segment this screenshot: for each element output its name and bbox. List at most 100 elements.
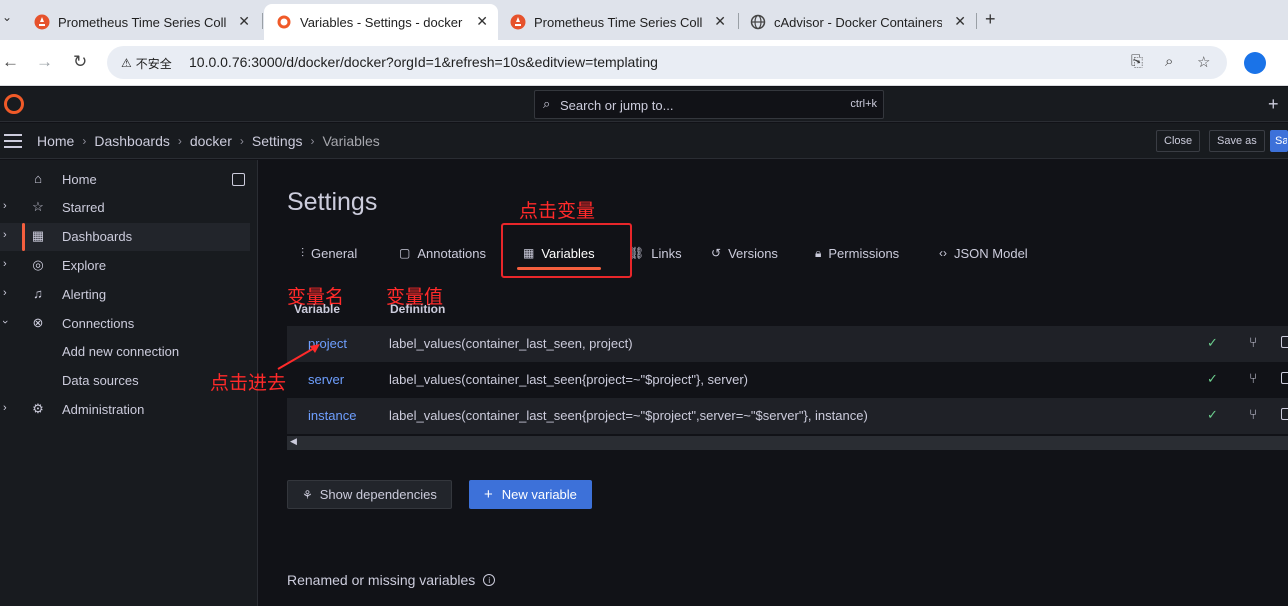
- tab-title: Prometheus Time Series Collec: [58, 14, 226, 30]
- breadcrumb-settings[interactable]: Settings: [252, 133, 303, 149]
- tab-permissions[interactable]: 🔒︎ Permissions: [815, 236, 899, 270]
- search-shortcut: ctrl+k: [850, 98, 877, 110]
- duplicate-icon[interactable]: [1281, 372, 1288, 384]
- hamburger-menu-icon[interactable]: [4, 134, 22, 148]
- translate-icon[interactable]: ⎘: [1131, 53, 1143, 70]
- close-button[interactable]: Close: [1156, 130, 1201, 152]
- sidebar-item-label: Connections: [62, 316, 135, 331]
- tab-divider: [976, 13, 977, 29]
- dashboards-icon: ▦: [31, 228, 45, 243]
- tab-versions[interactable]: ↺ Versions: [711, 236, 778, 270]
- forward-arrow-icon[interactable]: →: [36, 52, 53, 72]
- sidebar-item-label: Alerting: [62, 287, 107, 302]
- url-text[interactable]: 10.0.0.76:3000/d/docker/docker?orgId=1&r…: [189, 54, 658, 70]
- active-indicator: [22, 223, 25, 251]
- tab-annotations[interactable]: ▢ Annotations: [399, 236, 486, 270]
- close-icon[interactable]: ✕: [714, 13, 726, 30]
- browser-tab-3[interactable]: Prometheus Time Series Collec ✕: [498, 4, 736, 40]
- sidebar-item-administration[interactable]: › ⚙ Administration: [0, 396, 250, 424]
- table-row[interactable]: project label_values(container_last_seen…: [287, 326, 1288, 362]
- close-icon[interactable]: ✕: [476, 13, 488, 30]
- chevron-right-icon[interactable]: ›: [3, 287, 7, 299]
- browser-tab-4[interactable]: cAdvisor - Docker Containers ✕: [738, 4, 976, 40]
- chevron-right-icon[interactable]: ›: [3, 258, 7, 270]
- sidebar-item-alerting[interactable]: › ♫ Alerting: [0, 281, 250, 309]
- duplicate-icon[interactable]: [1281, 336, 1288, 348]
- sidebar-item-explore[interactable]: › ◎ Explore: [0, 252, 250, 280]
- sidebar-item-connections[interactable]: › ⊗ Connections: [0, 310, 250, 338]
- sidebar-item-starred[interactable]: › ☆ Starred: [0, 194, 250, 222]
- tab-label: Annotations: [417, 245, 487, 261]
- search-input[interactable]: ⌕ Search or jump to... ctrl+k: [534, 90, 884, 119]
- section-title: Renamed or missing variables: [287, 572, 476, 588]
- sidebar-item-dashboards[interactable]: › ▦ Dashboards: [0, 223, 250, 251]
- address-bar[interactable]: ⚠ 不安全 10.0.0.76:3000/d/docker/docker?org…: [107, 46, 1227, 79]
- annotation-click-variables: 点击变量: [519, 200, 596, 222]
- new-tab-plus-icon[interactable]: +: [985, 9, 996, 30]
- check-icon: ✓: [1207, 407, 1218, 422]
- breadcrumb-bar: Home › Dashboards › docker › Settings › …: [0, 123, 1288, 159]
- save-as-button[interactable]: Save as: [1209, 130, 1265, 152]
- breadcrumb-home[interactable]: Home: [37, 133, 74, 149]
- save-button[interactable]: Sa: [1270, 130, 1288, 152]
- search-icon: ⌕: [543, 96, 551, 111]
- tab-title: cAdvisor - Docker Containers: [774, 14, 942, 30]
- button-label: Show dependencies: [319, 487, 437, 502]
- chevron-right-icon[interactable]: ›: [3, 200, 7, 212]
- button-label: New variable: [501, 487, 577, 502]
- horizontal-scrollbar[interactable]: ◀: [287, 436, 1288, 450]
- branch-icon[interactable]: ⑂: [1249, 406, 1257, 422]
- security-indicator[interactable]: ⚠ 不安全: [115, 52, 178, 74]
- browser-tab-1[interactable]: Prometheus Time Series Collec ✕: [22, 4, 260, 40]
- sidebar-item-label: Explore: [62, 258, 107, 273]
- settings-main: Settings ⫶ General ▢ Annotations ▦ Varia…: [259, 160, 1288, 606]
- tab-links[interactable]: ⛓ Links: [629, 236, 682, 270]
- variable-name-link[interactable]: instance: [308, 408, 356, 423]
- breadcrumb: Home › Dashboards › docker › Settings › …: [37, 133, 380, 149]
- sidebar-item-label: Home: [62, 172, 97, 187]
- renamed-missing-heading: Renamed or missing variables i: [287, 572, 496, 588]
- profile-avatar-icon[interactable]: [1244, 52, 1266, 74]
- tab-label: Permissions: [828, 245, 900, 261]
- scroll-left-icon[interactable]: ◀: [290, 436, 297, 447]
- breadcrumb-dashboards[interactable]: Dashboards: [94, 133, 170, 149]
- variable-definition: label_values(container_last_seen, projec…: [389, 336, 633, 351]
- bookmark-star-icon[interactable]: ☆: [1197, 53, 1210, 71]
- table-row[interactable]: instance label_values(container_last_see…: [287, 398, 1288, 434]
- breadcrumb-docker[interactable]: docker: [190, 133, 232, 149]
- add-plus-icon[interactable]: +: [1268, 94, 1279, 115]
- gear-icon: ⚙: [32, 401, 44, 416]
- home-icon: ⌂: [34, 171, 42, 186]
- tab-json-model[interactable]: ‹› JSON Model: [939, 236, 1028, 270]
- duplicate-icon[interactable]: [1281, 408, 1288, 420]
- branch-icon[interactable]: ⑂: [1249, 370, 1257, 386]
- tab-general[interactable]: ⫶ General: [301, 236, 357, 270]
- tab-title: Prometheus Time Series Collec: [534, 14, 702, 30]
- chevron-right-icon[interactable]: ›: [3, 402, 7, 414]
- compass-icon: ◎: [32, 257, 44, 272]
- new-variable-button[interactable]: + New variable: [469, 480, 592, 509]
- show-dependencies-button[interactable]: ⚘ Show dependencies: [287, 480, 452, 509]
- tab-label: General: [311, 245, 358, 261]
- breadcrumb-variables: Variables: [322, 133, 380, 149]
- table-row[interactable]: server label_values(container_last_seen{…: [287, 362, 1288, 398]
- zoom-icon[interactable]: ⌕: [1165, 53, 1173, 70]
- branch-icon[interactable]: ⑂: [1249, 334, 1257, 350]
- sidebar-item-add-new-connection[interactable]: Add new connection: [0, 338, 250, 366]
- info-icon[interactable]: i: [483, 574, 496, 586]
- grafana-logo-icon[interactable]: [4, 94, 24, 114]
- chevron-right-icon[interactable]: ›: [3, 229, 7, 241]
- tab-search-chevron-icon[interactable]: ⌄: [2, 10, 12, 24]
- chevron-down-icon[interactable]: ›: [0, 320, 11, 324]
- reload-icon[interactable]: ↻: [73, 52, 87, 72]
- close-icon[interactable]: ✕: [954, 13, 966, 30]
- sidebar-item-home[interactable]: ⌂ Home: [0, 166, 250, 194]
- connections-icon: ⊗: [32, 315, 44, 330]
- chevron-right-icon: ›: [82, 134, 87, 148]
- browser-tab-2[interactable]: Variables - Settings - docker ✕: [264, 4, 498, 40]
- close-icon[interactable]: ✕: [238, 13, 250, 30]
- grafana-topbar: ⌕ Search or jump to... ctrl+k +: [0, 87, 1288, 122]
- page-title: Settings: [287, 188, 378, 216]
- dependencies-icon: ⚘: [302, 487, 313, 502]
- back-arrow-icon[interactable]: ←: [2, 52, 19, 72]
